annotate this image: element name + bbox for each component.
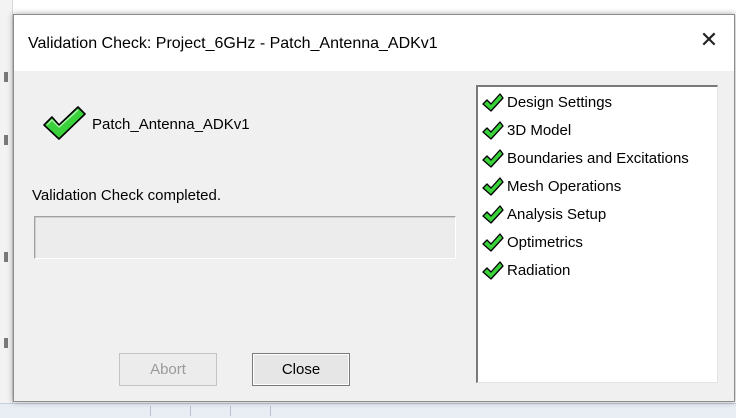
background-cell	[270, 406, 271, 416]
background-window-edge	[0, 0, 13, 417]
background-cell	[190, 406, 191, 416]
close-icon: ✕	[699, 27, 719, 52]
checklist-item-label: 3D Model	[507, 122, 572, 139]
green-check-icon	[482, 205, 504, 224]
background-cell	[150, 406, 151, 416]
checklist-item-label: Analysis Setup	[507, 206, 607, 223]
background-cell	[230, 406, 231, 416]
close-button[interactable]: Close	[252, 353, 350, 386]
green-check-icon	[482, 233, 504, 252]
checklist-item-label: Boundaries and Excitations	[507, 150, 689, 167]
validation-check-dialog: Validation Check: Project_6GHz - Patch_A…	[13, 14, 735, 402]
progress-bar	[34, 216, 456, 259]
background-marker	[4, 72, 8, 82]
background-marker	[4, 252, 8, 262]
close-window-button[interactable]: ✕	[694, 25, 724, 55]
status-message: Validation Check completed.	[32, 187, 221, 204]
project-design-name: Patch_Antenna_ADKv1	[92, 116, 250, 133]
validation-checklist: Design Settings 3D Model Boundaries and …	[476, 85, 718, 383]
green-check-icon	[482, 121, 504, 140]
background-marker	[4, 135, 8, 145]
background-status-strip	[0, 403, 736, 418]
green-check-icon	[482, 149, 504, 168]
checklist-item-label: Design Settings	[507, 94, 613, 111]
window-title: Validation Check: Project_6GHz - Patch_A…	[28, 35, 438, 52]
green-check-icon	[482, 177, 504, 196]
title-bar[interactable]: Validation Check: Project_6GHz - Patch_A…	[14, 15, 734, 71]
background-marker	[4, 338, 8, 348]
checklist-item-label: Mesh Operations	[507, 178, 622, 195]
green-check-icon	[482, 261, 504, 280]
abort-button[interactable]: Abort	[119, 353, 217, 386]
checklist-item-label: Optimetrics	[507, 234, 583, 251]
green-check-icon	[482, 93, 504, 112]
green-check-icon	[43, 106, 86, 140]
checklist-item-label: Radiation	[507, 262, 571, 279]
